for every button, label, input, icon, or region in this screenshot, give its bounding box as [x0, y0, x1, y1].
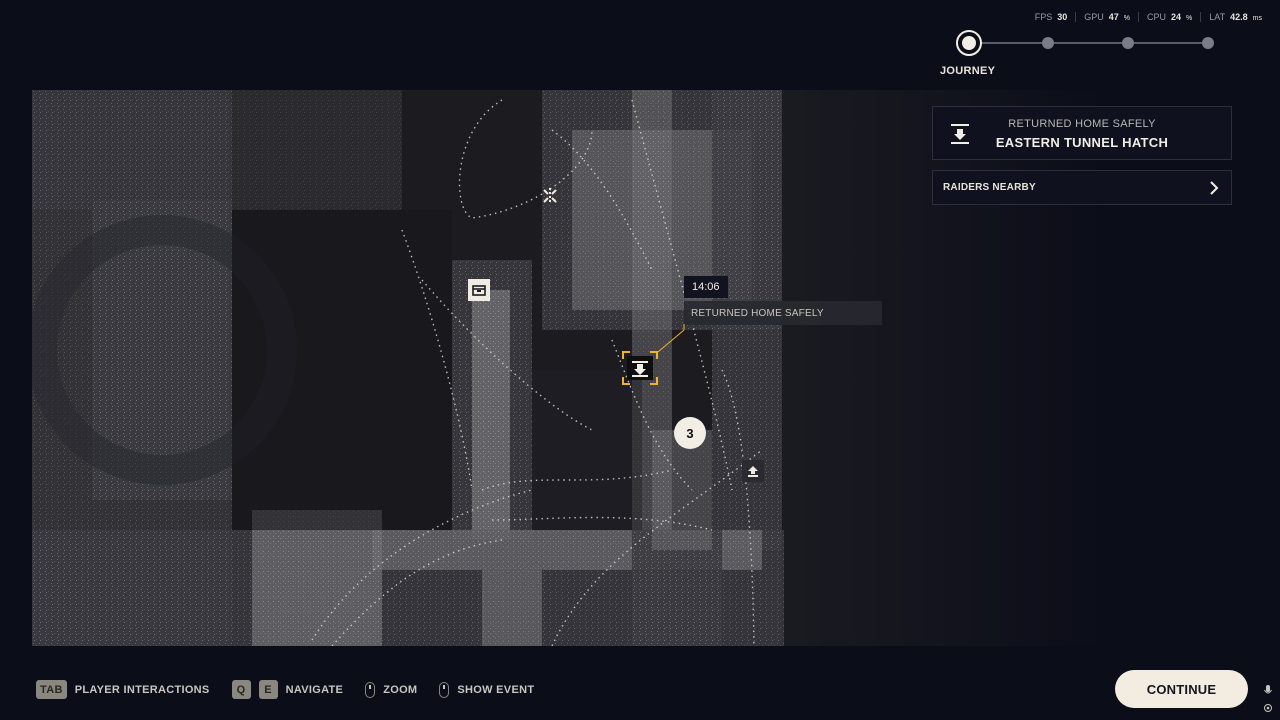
journey-tracker: JOURNEY [940, 30, 1214, 80]
journey-step-4[interactable] [1202, 37, 1214, 49]
hint-label: ZOOM [383, 683, 418, 696]
hint-label: PLAYER INTERACTIONS [74, 683, 210, 696]
raiders-nearby-label: RAIDERS NEARBY [943, 182, 1036, 193]
stat-fps: FPS 30 [1034, 12, 1068, 22]
map-view[interactable] [32, 90, 784, 646]
stat-gpu: GPU 47% [1075, 12, 1138, 22]
key-tab: TAB [36, 680, 67, 699]
event-card[interactable]: RETURNED HOME SAFELY EASTERN TUNNEL HATC… [932, 106, 1232, 160]
journey-step-2[interactable] [1042, 37, 1054, 49]
hint-player-interactions[interactable]: TAB PLAYER INTERACTIONS [36, 680, 210, 699]
stat-cpu: CPU 24% [1138, 12, 1200, 22]
journey-step-3[interactable] [1122, 37, 1134, 49]
player-count-badge[interactable]: 3 [674, 417, 706, 449]
event-card-subtitle: RETURNED HOME SAFELY [1008, 118, 1156, 130]
event-tooltip-label: RETURNED HOME SAFELY [684, 301, 882, 325]
journey-step-current[interactable] [956, 30, 982, 56]
key-e: E [258, 680, 278, 699]
tooltip-connector [657, 324, 685, 353]
chevron-right-icon [1210, 180, 1219, 195]
stat-latency: LAT 42.8 ms [1200, 12, 1270, 22]
raiders-nearby-button[interactable]: RAIDERS NEARBY [932, 170, 1232, 205]
raider-cross-icon[interactable] [540, 186, 560, 206]
event-card-title: EASTERN TUNNEL HATCH [995, 135, 1169, 150]
supply-crate-icon[interactable] [468, 279, 490, 301]
mouse-click-icon [439, 681, 450, 698]
upload-icon[interactable] [742, 460, 764, 482]
hint-zoom[interactable]: ZOOM [365, 681, 418, 698]
key-q: Q [231, 680, 251, 699]
hint-show-event[interactable]: SHOW EVENT [439, 681, 535, 698]
journey-line [968, 42, 1208, 44]
event-marker-icon[interactable] [622, 351, 658, 385]
performance-stats: FPS 30 GPU 47% CPU 24% LAT 42.8 ms [1027, 12, 1270, 22]
microphone-icon[interactable] [1263, 684, 1273, 714]
journey-label: JOURNEY [940, 65, 996, 77]
hint-label: SHOW EVENT [457, 683, 535, 696]
continue-button[interactable]: CONTINUE [1115, 670, 1248, 708]
hint-label: NAVIGATE [285, 683, 344, 696]
event-time: 14:06 [684, 276, 728, 298]
mouse-scroll-icon [365, 681, 376, 698]
control-hints: TAB PLAYER INTERACTIONS Q E NAVIGATE ZOO… [36, 680, 556, 699]
map-terrain [32, 90, 784, 646]
hint-navigate[interactable]: Q E NAVIGATE [231, 680, 344, 699]
